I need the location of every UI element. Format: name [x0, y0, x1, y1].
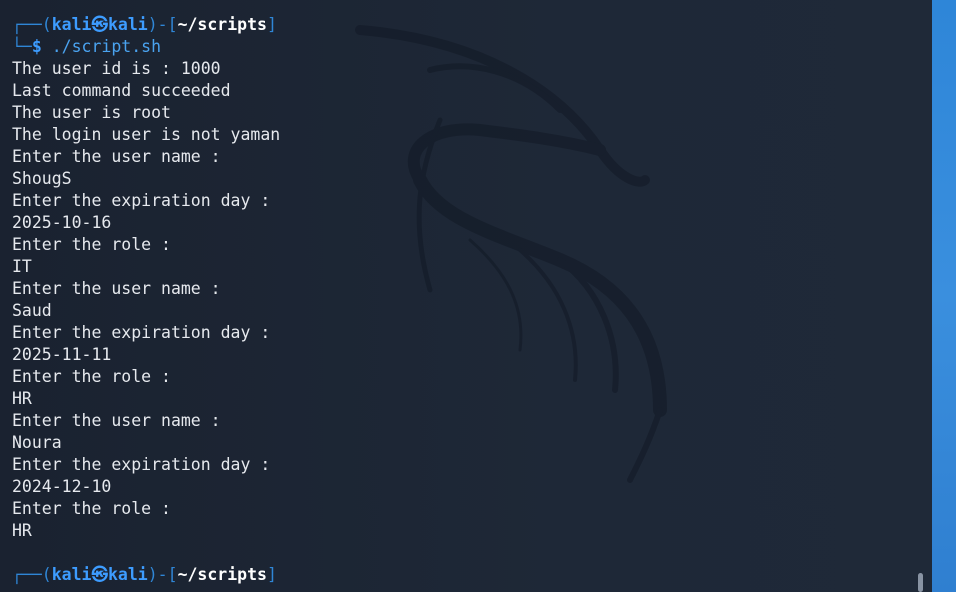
- terminal-output: ┌──(kali㉿kali)-[~/scripts] └─$ ./script.…: [12, 14, 932, 586]
- prompt-user: kali: [51, 565, 92, 584]
- output-line: 2025-10-16: [12, 213, 112, 232]
- output-line: The user id is : 1000: [12, 59, 221, 78]
- terminal-window[interactable]: ┌──(kali㉿kali)-[~/scripts] └─$ ./script.…: [0, 0, 932, 592]
- prompt-host: kali: [108, 15, 148, 34]
- output-line: 2025-11-11: [12, 345, 112, 364]
- kali-skull-icon: ㉿: [91, 15, 109, 34]
- output-line: Enter the role :: [12, 499, 171, 518]
- output-line: The login user is not yaman: [12, 125, 281, 144]
- output-line: Enter the expiration day :: [12, 455, 271, 474]
- prompt-user: kali: [51, 15, 92, 34]
- output-line: Enter the expiration day :: [12, 323, 271, 342]
- command-line: └─$ ./script.sh: [12, 37, 162, 56]
- output-line: ShougS: [12, 169, 72, 188]
- output-line: Enter the user name :: [12, 279, 221, 298]
- output-line: Saud: [12, 301, 52, 320]
- output-line: Enter the expiration day :: [12, 191, 271, 210]
- prompt-path: ~/scripts: [177, 15, 267, 34]
- output-line: Enter the user name :: [12, 411, 221, 430]
- prompt-path: ~/scripts: [177, 565, 267, 584]
- scrollbar-thumb[interactable]: [918, 573, 923, 592]
- output-line: 2024-12-10: [12, 477, 112, 496]
- output-line: Enter the role :: [12, 367, 171, 386]
- output-line: Noura: [12, 433, 62, 452]
- output-line: Enter the role :: [12, 235, 171, 254]
- output-line: Last command succeeded: [12, 81, 231, 100]
- output-line: Enter the user name :: [12, 147, 221, 166]
- prompt-host: kali: [108, 565, 148, 584]
- desktop-background-strip: [932, 0, 956, 592]
- output-line: HR: [12, 389, 32, 408]
- command-text: ./script.sh: [51, 37, 162, 56]
- prompt-line: ┌──(kali㉿kali)-[~/scripts]: [12, 15, 277, 34]
- kali-skull-icon: ㉿: [91, 565, 109, 584]
- output-line: IT: [12, 257, 32, 276]
- prompt-line: ┌──(kali㉿kali)-[~/scripts]: [12, 565, 277, 584]
- output-line: The user is root: [12, 103, 171, 122]
- output-line: HR: [12, 521, 32, 540]
